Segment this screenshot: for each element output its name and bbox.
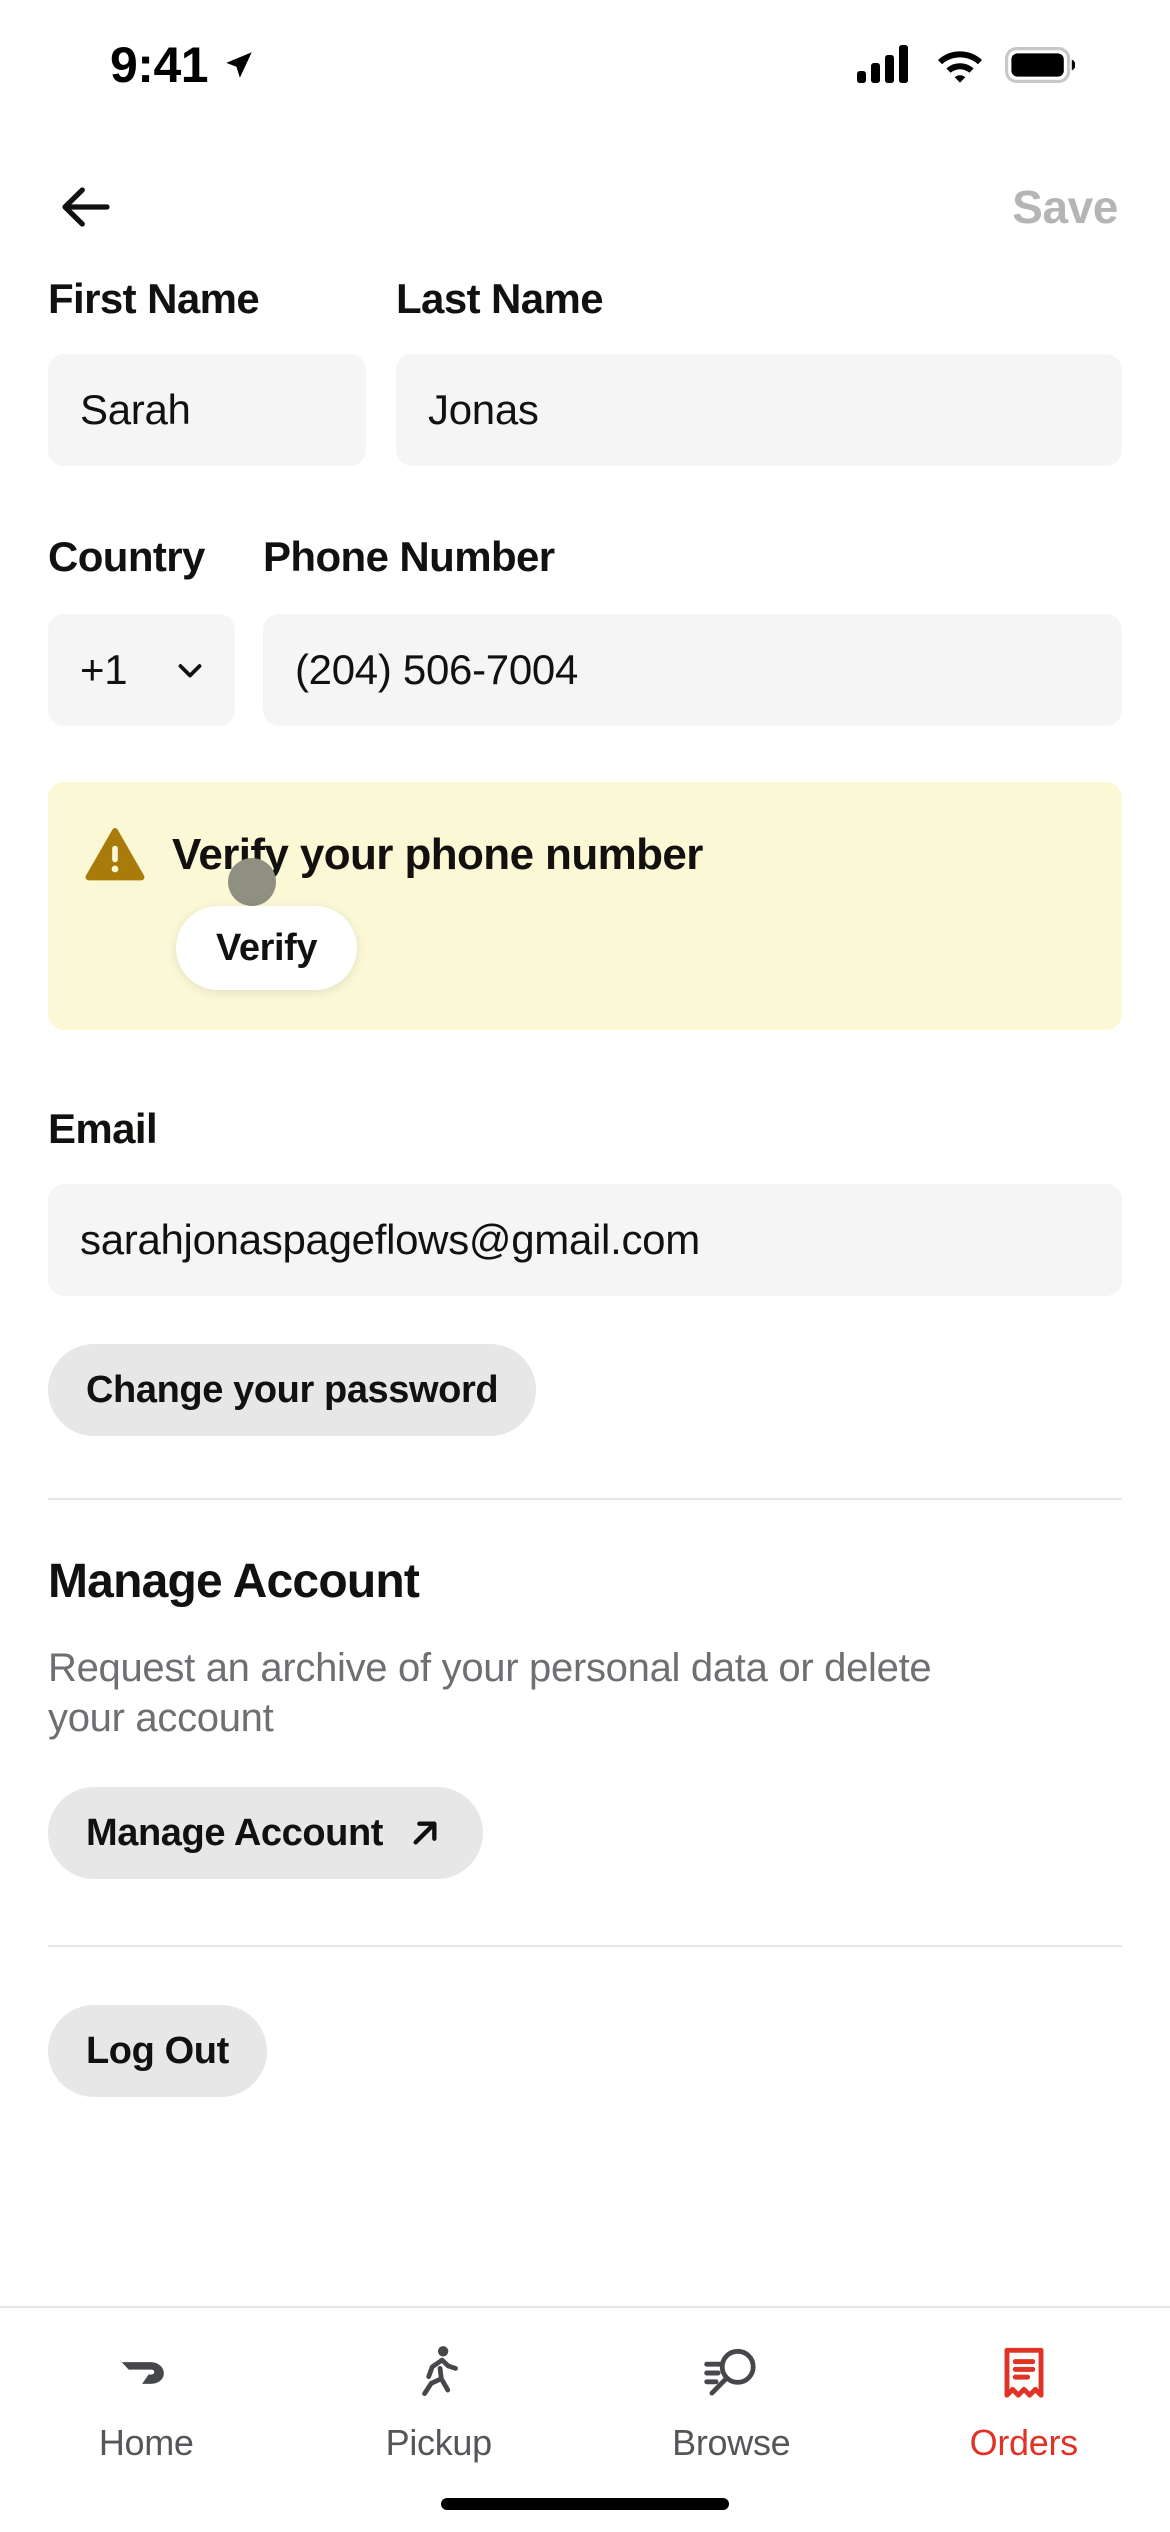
status-bar: 9:41 <box>0 0 1170 130</box>
battery-full-icon <box>1005 47 1075 83</box>
manage-account-description: Request an archive of your personal data… <box>48 1646 932 1740</box>
back-button[interactable] <box>50 171 122 243</box>
name-input-row: Sarah Jonas <box>0 354 1170 466</box>
country-code-value: +1 <box>80 646 128 693</box>
tab-home-label: Home <box>98 2422 194 2463</box>
status-bar-left: 9:41 <box>110 36 256 94</box>
section-divider-2 <box>48 1945 1122 1947</box>
change-password-label: Change your password <box>86 1368 499 1411</box>
doordash-home-icon <box>115 2342 177 2404</box>
verify-banner-header: Verify your phone number <box>48 824 1122 886</box>
name-label-row: First Name Last Name <box>0 278 1170 320</box>
page-header: Save <box>0 152 1170 262</box>
back-arrow-icon <box>62 187 110 227</box>
manage-account-button-wrap: Manage Account <box>48 1787 1122 1879</box>
wifi-icon <box>938 51 982 83</box>
email-label-wrap: Email <box>48 1108 1122 1150</box>
tab-pickup[interactable]: Pickup <box>293 2342 586 2464</box>
tab-browse[interactable]: Browse <box>585 2342 878 2464</box>
settings-content: First Name Last Name Sarah Jonas Country… <box>0 278 1170 2097</box>
tab-orders[interactable]: Orders <box>878 2342 1170 2464</box>
external-link-arrow-icon <box>413 1821 437 1845</box>
verify-button-label: Verify <box>216 926 318 969</box>
last-name-input[interactable]: Jonas <box>396 354 1122 466</box>
country-phone-input-row: +1 (204) 506-7004 <box>0 614 1170 726</box>
chevron-down-icon <box>178 664 202 678</box>
logout-button-label: Log Out <box>86 2029 229 2072</box>
phone-screen: 9:41 Save First Name Last Name Sarah Jon… <box>0 0 1170 2532</box>
tab-browse-label: Browse <box>672 2422 791 2463</box>
country-code-select[interactable]: +1 <box>48 614 235 726</box>
section-divider <box>48 1498 1122 1500</box>
walking-person-icon <box>408 2342 470 2404</box>
phone-number-value: (204) 506-7004 <box>295 646 579 693</box>
change-password-wrap: Change your password <box>48 1344 1122 1436</box>
tap-indicator-dot <box>228 858 276 906</box>
logout-button[interactable]: Log Out <box>48 2005 267 2097</box>
search-list-icon <box>700 2342 762 2404</box>
manage-account-button-label: Manage Account <box>86 1811 384 1854</box>
email-input[interactable]: sarahjonaspageflows@gmail.com <box>48 1184 1122 1296</box>
status-bar-right <box>857 45 1075 85</box>
save-button[interactable]: Save <box>1012 180 1118 234</box>
change-password-button[interactable]: Change your password <box>48 1344 537 1436</box>
home-indicator <box>441 2498 729 2510</box>
email-label: Email <box>48 1105 158 1152</box>
status-bar-time: 9:41 <box>110 37 209 93</box>
cellular-signal-icon <box>857 45 908 83</box>
verify-button-wrap: Verify <box>48 858 1122 990</box>
manage-account-title: Manage Account <box>48 1555 420 1608</box>
manage-account-button[interactable]: Manage Account <box>48 1787 484 1879</box>
first-name-label: First Name <box>48 275 260 322</box>
tab-orders-label: Orders <box>969 2422 1079 2463</box>
tab-pickup-label: Pickup <box>385 2422 493 2463</box>
verify-button[interactable]: Verify <box>176 906 358 990</box>
verify-phone-banner: Verify your phone number Verify <box>48 782 1122 1030</box>
logout-button-wrap: Log Out <box>48 2005 1122 2097</box>
email-value: sarahjonaspageflows@gmail.com <box>80 1216 700 1263</box>
location-arrow-icon <box>226 52 252 78</box>
receipt-icon <box>993 2342 1055 2404</box>
warning-triangle-icon <box>85 828 145 881</box>
first-name-value: Sarah <box>80 386 191 433</box>
first-name-input[interactable]: Sarah <box>48 354 366 466</box>
phone-number-input[interactable]: (204) 506-7004 <box>263 614 1122 726</box>
country-phone-label-row: Country Phone Number <box>0 536 1170 578</box>
phone-label: Phone Number <box>263 533 555 580</box>
last-name-value: Jonas <box>428 386 539 433</box>
last-name-label: Last Name <box>396 275 604 322</box>
country-label: Country <box>48 533 205 580</box>
tab-home[interactable]: Home <box>0 2342 293 2464</box>
